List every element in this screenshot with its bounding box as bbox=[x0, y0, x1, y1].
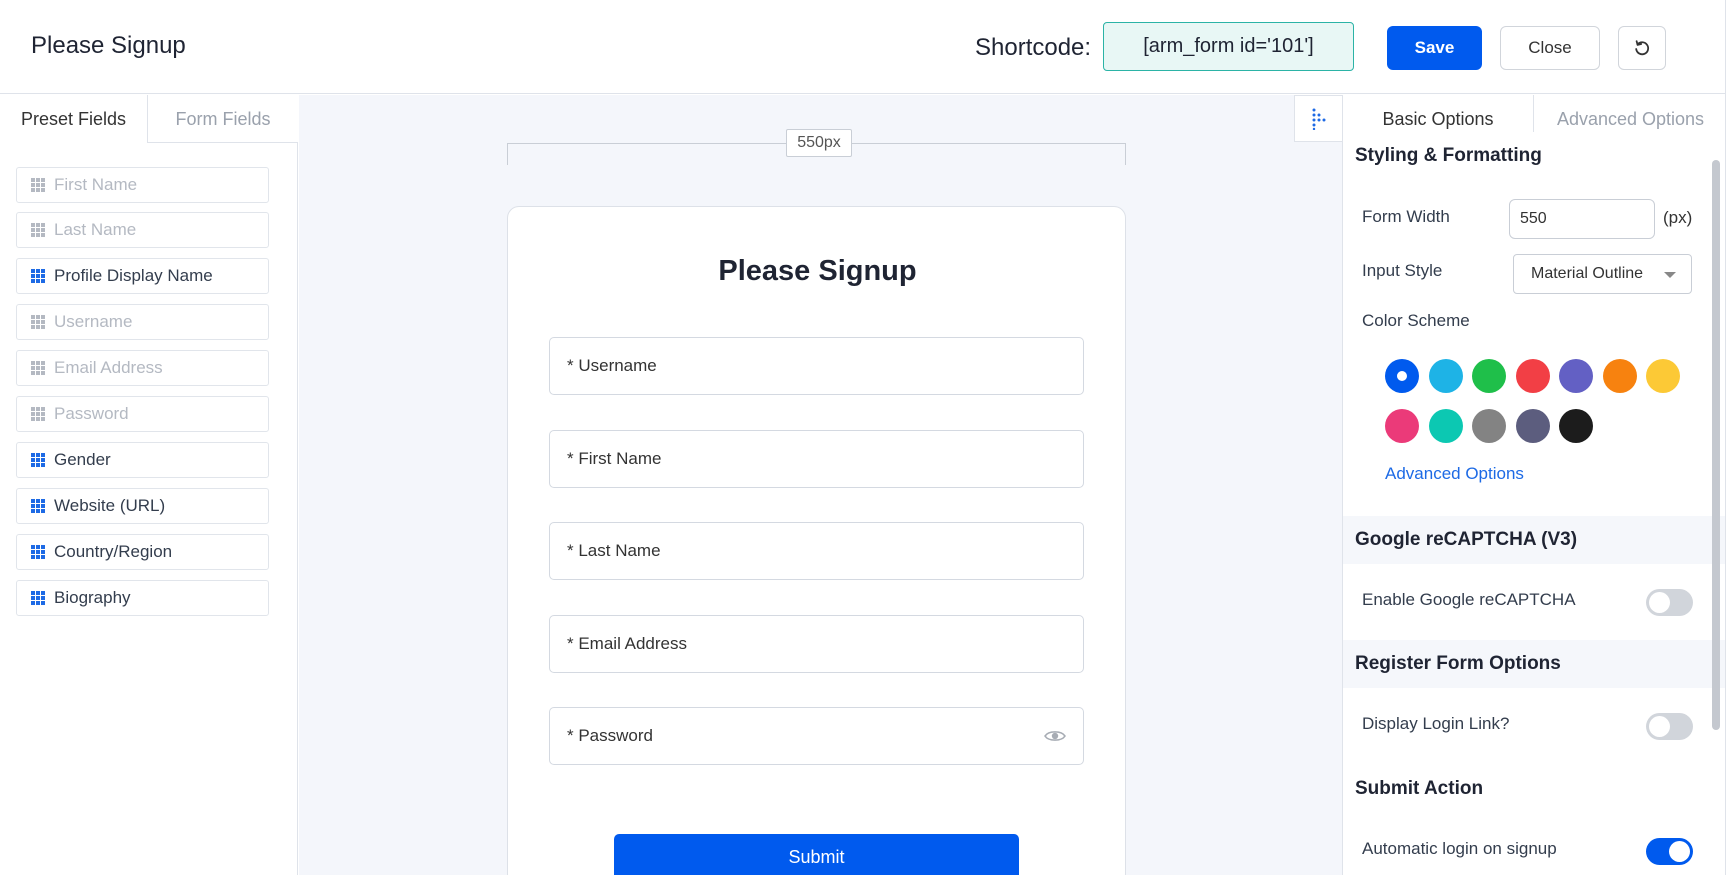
drag-grid-icon bbox=[31, 591, 45, 605]
submit-action-heading: Submit Action bbox=[1343, 765, 1726, 813]
color-swatch[interactable] bbox=[1385, 409, 1419, 443]
form-width-unit: (px) bbox=[1663, 208, 1693, 227]
input-style-label: Input Style bbox=[1362, 261, 1443, 280]
options-panel: Basic Options Advanced Options Styling &… bbox=[1342, 95, 1726, 875]
drag-grid-icon bbox=[31, 545, 45, 559]
input-style-select[interactable]: Material Outline bbox=[1513, 254, 1692, 294]
form-title[interactable]: Please Signup bbox=[508, 255, 1127, 288]
display-login-link-label: Display Login Link? bbox=[1362, 714, 1510, 733]
field-item-profile-display-name[interactable]: Profile Display Name bbox=[16, 258, 269, 294]
color-swatch[interactable] bbox=[1515, 409, 1550, 443]
top-header: Please Signup Shortcode: [arm_form id='1… bbox=[0, 0, 1726, 94]
drag-dots-icon bbox=[1312, 108, 1326, 130]
shortcode-label: Shortcode: bbox=[975, 34, 1092, 61]
panel-drag-handle[interactable] bbox=[1294, 95, 1343, 142]
undo-icon bbox=[1635, 40, 1650, 56]
field-item-first-name[interactable]: First Name bbox=[16, 167, 269, 203]
eye-icon[interactable] bbox=[1044, 728, 1066, 744]
drag-grid-icon bbox=[31, 499, 45, 513]
first-name-input[interactable]: * First Name bbox=[549, 430, 1084, 488]
field-item-label: First Name bbox=[54, 175, 138, 194]
enable-recaptcha-label: Enable Google reCAPTCHA bbox=[1362, 590, 1576, 609]
save-button[interactable]: Save bbox=[1387, 26, 1482, 70]
drag-grid-icon bbox=[31, 178, 45, 192]
field-item-label: Password bbox=[54, 404, 129, 423]
drag-grid-icon bbox=[31, 361, 45, 375]
drag-grid-icon bbox=[31, 453, 45, 467]
drag-grid-icon bbox=[31, 315, 45, 329]
drag-grid-icon bbox=[31, 223, 45, 237]
field-item-label: Country/Region bbox=[54, 542, 173, 561]
color-swatch[interactable] bbox=[1428, 359, 1463, 393]
form-preview: Please Signup * Username * First Name * … bbox=[507, 206, 1126, 875]
field-item-label: Last Name bbox=[54, 220, 137, 239]
shortcode-field[interactable]: [arm_form id='101'] bbox=[1103, 22, 1354, 71]
email-address-input[interactable]: * Email Address bbox=[549, 615, 1084, 673]
styling-section-heading: Styling & Formatting bbox=[1343, 132, 1726, 180]
login-link-toggle[interactable] bbox=[1646, 713, 1693, 740]
toggle-knob bbox=[1649, 592, 1670, 613]
field-item-last-name[interactable]: Last Name bbox=[16, 212, 269, 248]
caret-down-icon bbox=[1664, 272, 1676, 278]
tab-preset-fields[interactable]: Preset Fields bbox=[0, 95, 148, 143]
field-item-label: Website (URL) bbox=[54, 496, 166, 515]
field-item-country-region[interactable]: Country/Region bbox=[16, 534, 269, 570]
color-swatch[interactable] bbox=[1559, 409, 1593, 443]
color-swatch[interactable] bbox=[1472, 359, 1506, 393]
username-input[interactable]: * Username bbox=[549, 337, 1084, 395]
close-button[interactable]: Close bbox=[1500, 26, 1600, 70]
field-item-password[interactable]: Password bbox=[16, 396, 269, 432]
field-item-email-address[interactable]: Email Address bbox=[16, 350, 269, 386]
width-ruler-label: 550px bbox=[786, 129, 852, 157]
form-width-input[interactable]: 550 bbox=[1509, 199, 1655, 239]
tab-form-fields[interactable]: Form Fields bbox=[148, 95, 298, 143]
recaptcha-toggle[interactable] bbox=[1646, 589, 1693, 616]
recaptcha-section-heading: Google reCAPTCHA (V3) bbox=[1343, 516, 1726, 564]
form-canvas: 550px Please Signup * Username * First N… bbox=[299, 95, 1342, 875]
field-item-gender[interactable]: Gender bbox=[16, 442, 269, 478]
color-scheme-label: Color Scheme bbox=[1362, 311, 1470, 330]
field-item-username[interactable]: Username bbox=[16, 304, 269, 340]
options-scrollbar[interactable] bbox=[1712, 160, 1720, 730]
drag-grid-icon bbox=[31, 269, 45, 283]
reset-button[interactable] bbox=[1618, 26, 1666, 70]
page-title: Please Signup bbox=[31, 32, 186, 59]
password-input-label: * Password bbox=[567, 726, 653, 745]
input-style-value: Material Outline bbox=[1531, 265, 1644, 282]
color-swatch[interactable] bbox=[1602, 359, 1637, 393]
color-swatch[interactable] bbox=[1559, 359, 1593, 393]
field-item-label: Profile Display Name bbox=[54, 266, 213, 285]
field-item-biography[interactable]: Biography bbox=[16, 580, 269, 616]
submit-button[interactable]: Submit bbox=[614, 834, 1019, 875]
field-item-website[interactable]: Website (URL) bbox=[16, 488, 269, 524]
fields-sidebar: Preset Fields Form Fields First Name Las… bbox=[0, 95, 298, 875]
auto-login-toggle[interactable] bbox=[1646, 838, 1693, 865]
toggle-knob bbox=[1649, 716, 1670, 737]
toggle-knob bbox=[1669, 841, 1690, 862]
form-width-label: Form Width bbox=[1362, 207, 1450, 226]
color-swatch[interactable] bbox=[1472, 409, 1506, 443]
last-name-input[interactable]: * Last Name bbox=[549, 522, 1084, 580]
register-options-heading: Register Form Options bbox=[1343, 640, 1726, 688]
field-item-label: Username bbox=[54, 312, 133, 331]
color-swatch[interactable] bbox=[1385, 359, 1419, 393]
color-swatch[interactable] bbox=[1428, 409, 1463, 443]
drag-grid-icon bbox=[31, 407, 45, 421]
color-swatch[interactable] bbox=[1646, 359, 1680, 393]
auto-login-label: Automatic login on signup bbox=[1362, 839, 1557, 858]
field-item-label: Email Address bbox=[54, 358, 163, 377]
selected-dot-icon bbox=[1397, 371, 1407, 381]
password-input[interactable]: * Password bbox=[549, 707, 1084, 765]
field-item-label: Gender bbox=[54, 450, 111, 469]
color-swatch[interactable] bbox=[1515, 359, 1550, 393]
advanced-options-link[interactable]: Advanced Options bbox=[1385, 464, 1524, 484]
field-item-label: Biography bbox=[54, 588, 131, 607]
